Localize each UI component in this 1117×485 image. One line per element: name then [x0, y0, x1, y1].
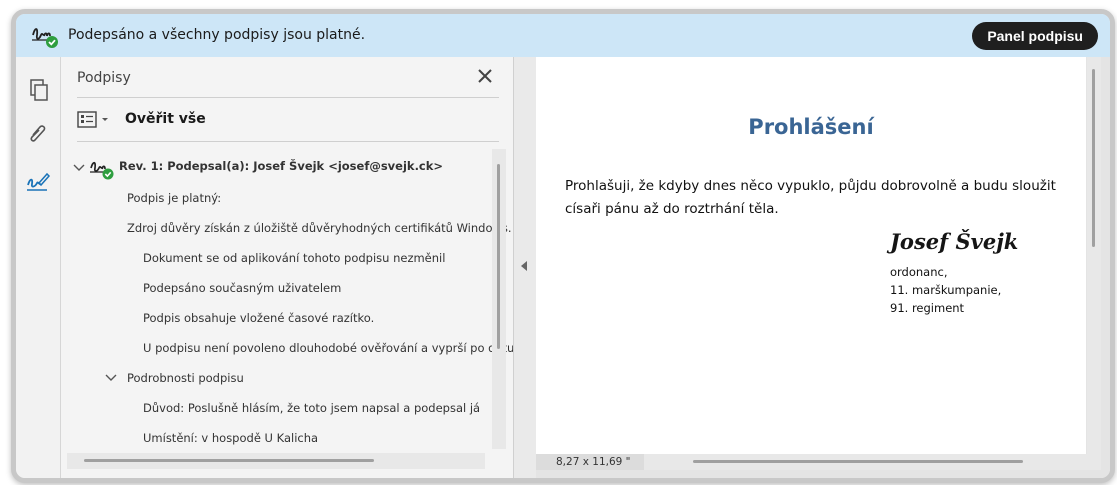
- signature-panel-button[interactable]: Panel podpisu: [972, 22, 1098, 50]
- rank-line: ordonanc,: [890, 265, 948, 279]
- scrollbar-thumb[interactable]: [1092, 69, 1095, 247]
- chevron-down-icon[interactable]: [73, 163, 85, 173]
- panel-vertical-scrollbar[interactable]: [492, 149, 506, 449]
- signatures-panel-title: Podpisy: [77, 70, 131, 86]
- verify-options-dropdown[interactable]: [77, 109, 117, 131]
- document-signature: Josef Švejk: [890, 229, 1019, 254]
- document-horizontal-scrollbar[interactable]: [644, 454, 1101, 470]
- signature-tree: Rev. 1: Podepsal(a): Josef Švejk <josef@…: [61, 145, 529, 465]
- app-window: Podepsáno a všechny podpisy jsou platné.…: [11, 9, 1115, 483]
- trust-source-label: Zdroj důvěry získán z úložiště důvěryhod…: [127, 221, 512, 235]
- signature-valid-icon: [90, 161, 114, 180]
- panel-splitter[interactable]: [513, 57, 537, 478]
- document-rank: ordonanc, 11. marškumpanie, 91. regiment: [890, 263, 1001, 317]
- document-page: Prohlášení Prohlašuji, že kdyby dnes něc…: [536, 57, 1086, 454]
- document-view: Prohlášení Prohlašuji, že kdyby dnes něc…: [536, 57, 1110, 478]
- document-vertical-scrollbar[interactable]: [1087, 57, 1101, 454]
- signature-location: Umístění: v hospodě U Kalicha: [143, 431, 319, 445]
- signature-detail-item: Podpis obsahuje vložené časové razítko.: [143, 311, 375, 325]
- signature-details-toggle[interactable]: Podrobnosti podpisu: [127, 371, 244, 385]
- collapse-arrow-icon[interactable]: [521, 261, 527, 271]
- attachment-icon[interactable]: [25, 121, 51, 147]
- tool-rail: [16, 57, 61, 478]
- panel-horizontal-scrollbar[interactable]: [67, 453, 485, 469]
- verify-all-button[interactable]: Ověřit vše: [125, 111, 206, 127]
- signature-reason: Důvod: Poslušně hlásím, že toto jsem nap…: [143, 401, 481, 415]
- pages-icon[interactable]: [25, 77, 51, 103]
- signatures-panel: Podpisy Ověřit vše Rev. 1: Podepsal(a): …: [61, 57, 529, 478]
- chevron-down-icon[interactable]: [105, 373, 117, 383]
- signature-status-banner: Podepsáno a všechny podpisy jsou platné.…: [16, 14, 1110, 57]
- divider: [77, 141, 499, 142]
- signature-detail-item: Dokument se od aplikování tohoto podpisu…: [143, 251, 446, 265]
- close-icon[interactable]: [475, 66, 495, 86]
- divider: [77, 97, 499, 98]
- signature-detail-item: Podepsáno současným uživatelem: [143, 281, 342, 295]
- document-title: Prohlášení: [748, 115, 874, 139]
- signature-revision[interactable]: Rev. 1: Podepsal(a): Josef Švejk <josef@…: [119, 159, 443, 173]
- rank-line: 91. regiment: [890, 301, 965, 315]
- signature-detail-item: U podpisu není povoleno dlouhodobé ověřo…: [143, 341, 529, 355]
- rank-line: 11. marškumpanie,: [890, 283, 1002, 297]
- signature-valid-icon: [32, 28, 58, 48]
- scrollbar-thumb[interactable]: [84, 459, 374, 462]
- scrollbar-thumb[interactable]: [693, 460, 1023, 463]
- signature-valid-label: Podpis je platný:: [127, 191, 222, 205]
- signature-pen-icon[interactable]: [25, 169, 51, 195]
- document-body: Prohlašuji, že kdyby dnes něco vypuklo, …: [565, 178, 1056, 217]
- page-size-label: 8,27 x 11,69 ": [536, 454, 644, 470]
- signature-status-message: Podepsáno a všechny podpisy jsou platné.: [68, 27, 366, 43]
- scrollbar-thumb[interactable]: [497, 164, 500, 349]
